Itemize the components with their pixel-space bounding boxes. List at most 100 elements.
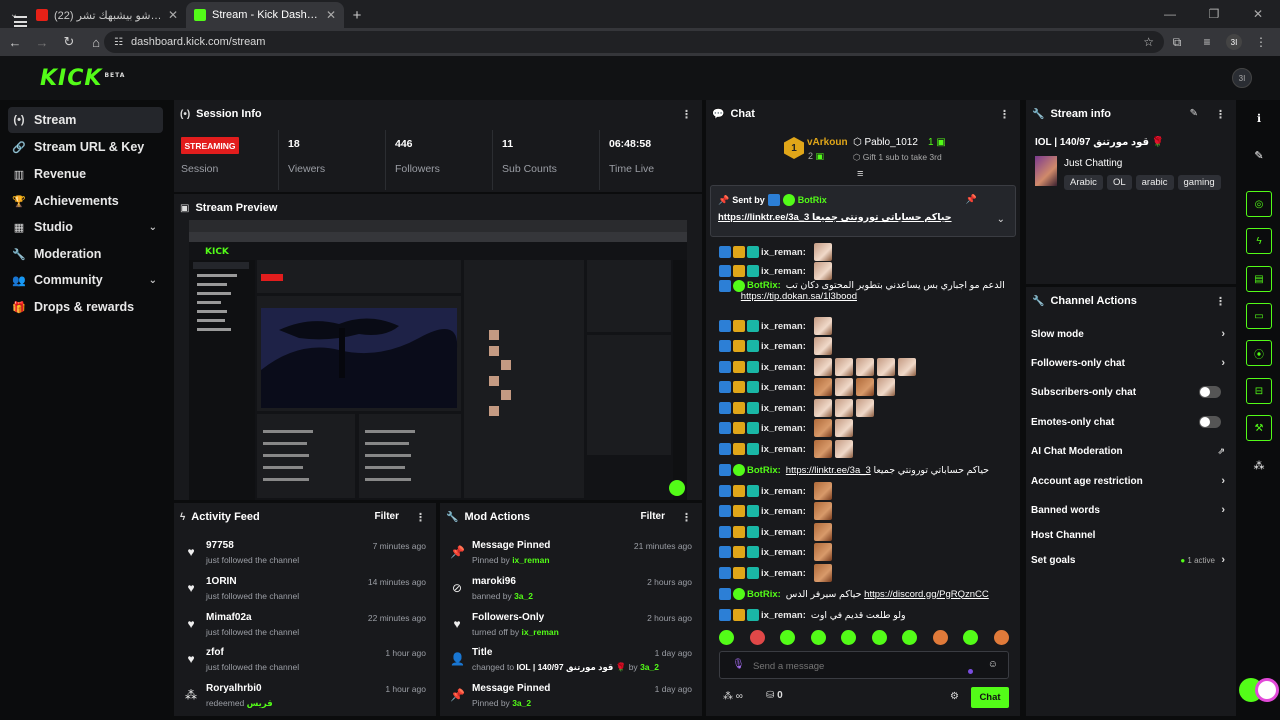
chat-message[interactable]: BotRix: https://linktr.ee/3a_3 حياكم حساب…	[719, 461, 989, 479]
emote-image[interactable]	[855, 378, 874, 396]
emote-image[interactable]	[897, 358, 916, 376]
emote-image[interactable]	[813, 419, 832, 437]
chat-username[interactable]: ix_reman:	[761, 321, 806, 332]
followers-only-chat-row[interactable]: Followers-only chat ›	[1031, 352, 1229, 374]
sidebar-item-drops-rewards[interactable]: 🎁 Drops & rewards	[8, 294, 163, 320]
emote-pirate-icon[interactable]	[932, 630, 948, 645]
chat-bubble-icon[interactable]: ▭	[1246, 303, 1272, 329]
reward-icon[interactable]: ⁂ ∞	[723, 691, 743, 702]
chat-message[interactable]: BotRix: الدعم مو اجباري بس يساعدني بتطوير…	[719, 280, 1005, 310]
emote-image[interactable]	[813, 378, 832, 396]
chat-message[interactable]: ix_reman:	[719, 378, 895, 396]
extensions-icon[interactable]: ⧉	[1166, 31, 1188, 53]
emote-image[interactable]	[834, 399, 853, 417]
message-link[interactable]: https://discord.gg/PgRQznCC	[864, 589, 989, 600]
emote-image[interactable]	[813, 543, 832, 561]
document-icon[interactable]: ▤	[1246, 266, 1272, 292]
chat-settings-icon[interactable]: ⚙	[950, 691, 959, 702]
emoji-icon[interactable]: ☺	[988, 659, 998, 670]
emote-blob-icon[interactable]	[810, 630, 826, 645]
banned-words-row[interactable]: Banned words ›	[1031, 499, 1229, 521]
forward-icon[interactable]: →	[30, 30, 54, 54]
chat-username[interactable]: ix_reman:	[761, 506, 806, 517]
category-thumbnail[interactable]	[1035, 156, 1057, 186]
chat-message[interactable]: ix_reman:	[719, 482, 832, 500]
top-gifter-name[interactable]: vArkoun	[807, 137, 848, 148]
emote-image[interactable]	[813, 317, 832, 335]
emote-skull-icon[interactable]	[841, 630, 857, 645]
chat-username[interactable]: ix_reman:	[761, 247, 806, 258]
emote-image[interactable]	[813, 399, 832, 417]
more-options-icon[interactable]: ⋮	[1215, 295, 1226, 308]
emote-image[interactable]	[876, 358, 895, 376]
emote-image[interactable]	[855, 358, 874, 376]
chat-message[interactable]: BotRix: حياكم سيرفر الدس https://discord.…	[719, 585, 989, 603]
emote-image[interactable]	[813, 337, 832, 355]
emote-frog-icon[interactable]	[871, 630, 887, 645]
chat-username[interactable]: ix_reman:	[761, 527, 806, 538]
ai-chat-moderation-row[interactable]: AI Chat Moderation ⇗	[1031, 440, 1229, 462]
emote-happy-icon[interactable]	[993, 630, 1009, 645]
chat-username[interactable]: ix_reman:	[761, 547, 806, 558]
chat-message[interactable]: ix_reman:	[719, 502, 832, 520]
clip-icon[interactable]: ◎	[1246, 191, 1272, 217]
chat-username[interactable]: ix_reman:	[761, 362, 806, 373]
chat-message[interactable]: ix_reman:	[719, 523, 832, 541]
floating-extension-icon[interactable]	[1255, 678, 1279, 702]
chat-username[interactable]: BotRix:	[747, 280, 781, 291]
send-chat-button[interactable]: Chat	[971, 687, 1009, 708]
chat-message[interactable]: ix_reman:	[719, 243, 832, 261]
unpin-icon[interactable]: 📌	[966, 194, 977, 205]
user-avatar[interactable]: 3I	[1232, 68, 1252, 88]
sidebar-item-community[interactable]: 👥 Community ⌄	[8, 267, 163, 293]
emote-image[interactable]	[834, 419, 853, 437]
emote-ghost-icon[interactable]	[780, 630, 796, 645]
chevron-down-icon[interactable]: ⌄	[997, 214, 1005, 225]
url-field[interactable]: ☷ dashboard.kick.com/stream ☆	[104, 31, 1164, 53]
more-options-icon[interactable]: ⋮	[681, 108, 692, 121]
bookmark-star-icon[interactable]: ☆	[1143, 35, 1154, 49]
emotes-only-toggle[interactable]	[1199, 416, 1221, 428]
sidebar-item-revenue[interactable]: ▥ Revenue	[8, 161, 163, 187]
emote-image[interactable]	[876, 378, 895, 396]
tag[interactable]: OL	[1106, 175, 1132, 190]
tag[interactable]: gaming	[1177, 175, 1221, 190]
chat-message[interactable]: ix_reman:	[719, 440, 853, 458]
microphone-icon[interactable]: 🎙	[732, 659, 745, 670]
mod-filter-button[interactable]: Filter	[641, 511, 665, 522]
more-options-icon[interactable]: ⋮	[681, 511, 692, 524]
more-options-icon[interactable]: ⋮	[415, 511, 426, 524]
browser-tab-youtube[interactable]: (22) زين عبيد – شو بيشبهك تشر… ✕	[28, 2, 186, 28]
sidebar-item-stream-url-key[interactable]: 🔗 Stream URL & Key	[8, 134, 163, 160]
layout-icon[interactable]: ⊟	[1246, 378, 1272, 404]
sidebar-item-moderation[interactable]: 🔧 Moderation	[8, 241, 163, 267]
chat-username[interactable]: ix_reman:	[761, 341, 806, 352]
kick-logo[interactable]: KICK BETA	[40, 66, 125, 91]
pinned-message[interactable]: 📌 Sent by BotRix https://linktr.ee/3a_3 …	[710, 185, 1016, 237]
new-tab-button[interactable]: +	[344, 2, 370, 28]
chat-message[interactable]: ix_reman:	[719, 337, 832, 355]
slow-mode-row[interactable]: Slow mode ›	[1031, 323, 1229, 345]
reward-icon[interactable]: ⁂	[1246, 452, 1272, 478]
sidebar-item-studio[interactable]: ▦ Studio ⌄	[8, 214, 163, 240]
chat-username[interactable]: ix_reman:	[761, 444, 806, 455]
emote-image[interactable]	[855, 399, 874, 417]
chat-username[interactable]: ix_reman:	[761, 403, 806, 414]
second-gifter[interactable]: ⬡ Pablo_1012	[853, 137, 918, 148]
chat-message[interactable]: ix_reman:	[719, 399, 874, 417]
minimize-icon[interactable]: —	[1148, 0, 1192, 28]
chat-message[interactable]: ix_reman:	[719, 564, 832, 582]
tag[interactable]: arabic	[1135, 175, 1174, 190]
chat-input[interactable]	[753, 657, 953, 675]
lightning-icon[interactable]: ϟ	[1246, 228, 1272, 254]
emote-image[interactable]	[813, 482, 832, 500]
tag[interactable]: Arabic	[1064, 175, 1103, 190]
chat-username[interactable]: ix_reman:	[761, 486, 806, 497]
close-window-icon[interactable]: ✕	[1236, 0, 1280, 28]
reload-icon[interactable]: ↻	[57, 30, 81, 54]
site-info-icon[interactable]: ☷	[114, 37, 123, 48]
emote-cry-icon[interactable]	[963, 630, 979, 645]
edit-icon[interactable]: ✎	[1190, 108, 1198, 119]
chat-message[interactable]: ix_reman:	[719, 419, 853, 437]
activity-filter-button[interactable]: Filter	[375, 511, 399, 522]
